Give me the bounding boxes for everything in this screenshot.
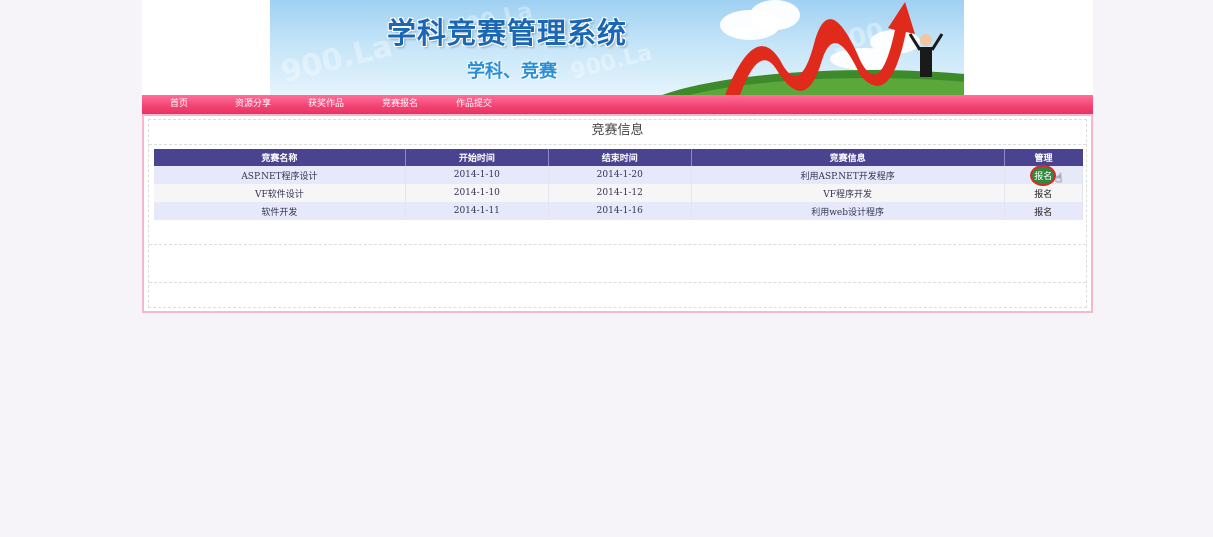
signup-link[interactable]: 报名 [1034, 187, 1052, 200]
cell-start: 2014-1-10 [405, 184, 549, 202]
nav-item-award-works[interactable]: 获奖作品 [308, 95, 344, 114]
signup-link[interactable]: 报名 [1034, 205, 1052, 218]
cell-manage: 报名 [1004, 202, 1084, 220]
cell-manage: 报名 [1004, 184, 1084, 202]
site-subtitle: 学科、竞赛 [467, 61, 557, 82]
col-header-start: 开始时间 [405, 149, 549, 166]
cell-info: 利用ASP.NET开发程序 [691, 166, 1005, 184]
section-title: 竞赛信息 [149, 120, 1086, 145]
content-inner: 竞赛信息 竞赛名称 开始时间 结束时间 竞赛信息 管理 ASP.NET程序设计 … [148, 119, 1087, 308]
cell-end: 2014-1-12 [548, 184, 692, 202]
cell-manage: 报名 ☝ [1004, 166, 1084, 185]
table-row: VF软件设计 2014-1-10 2014-1-12 VF程序开发 报名 [154, 184, 1084, 202]
cell-end: 2014-1-16 [548, 202, 692, 220]
signup-link[interactable]: 报名 ☝ [1032, 166, 1062, 185]
site-title: 学科竞赛管理系统 [387, 16, 628, 50]
cell-info: 利用web设计程序 [691, 202, 1005, 220]
col-header-end: 结束时间 [548, 149, 692, 166]
hand-cursor-icon: ☝ [1054, 170, 1063, 185]
col-header-info: 竞赛信息 [691, 149, 1005, 166]
table-row: ASP.NET程序设计 2014-1-10 2014-1-20 利用ASP.NE… [154, 166, 1084, 185]
content-panel: 竞赛信息 竞赛名称 开始时间 结束时间 竞赛信息 管理 ASP.NET程序设计 … [142, 114, 1093, 313]
table-row: 软件开发 2014-1-11 2014-1-16 利用web设计程序 报名 [154, 202, 1084, 220]
table-header-row: 竞赛名称 开始时间 结束时间 竞赛信息 管理 [154, 149, 1083, 166]
page: 900.Lа 900.La 900.La 900.L 学科竞赛管理系统 学科、竞… [142, 0, 1093, 537]
signup-link-label: 报名 [1034, 171, 1053, 182]
cell-name: VF软件设计 [154, 184, 406, 202]
divider [149, 244, 1086, 245]
nav-bar: 首页 资源分享 获奖作品 竞赛报名 作品提交 [142, 95, 1093, 114]
cell-start: 2014-1-10 [405, 166, 549, 184]
cell-info: VF程序开发 [691, 184, 1005, 202]
divider [149, 282, 1086, 283]
cell-name: ASP.NET程序设计 [154, 166, 406, 184]
nav-item-resource-share[interactable]: 资源分享 [235, 95, 271, 114]
nav-item-home[interactable]: 首页 [170, 95, 188, 114]
nav-item-submit-work[interactable]: 作品提交 [456, 95, 492, 114]
col-header-manage: 管理 [1004, 149, 1083, 166]
cell-end: 2014-1-20 [548, 166, 692, 184]
col-header-name: 竞赛名称 [154, 149, 406, 166]
nav-item-competition-signup[interactable]: 竞赛报名 [382, 95, 418, 114]
cell-name: 软件开发 [154, 202, 406, 220]
header: 900.Lа 900.La 900.La 900.L 学科竞赛管理系统 学科、竞… [142, 0, 1093, 95]
cell-start: 2014-1-11 [405, 202, 549, 220]
banner-image: 900.Lа 900.La 900.La 900.L 学科竞赛管理系统 学科、竞… [270, 0, 964, 95]
competition-table: 竞赛名称 开始时间 结束时间 竞赛信息 管理 ASP.NET程序设计 2014-… [154, 149, 1084, 220]
